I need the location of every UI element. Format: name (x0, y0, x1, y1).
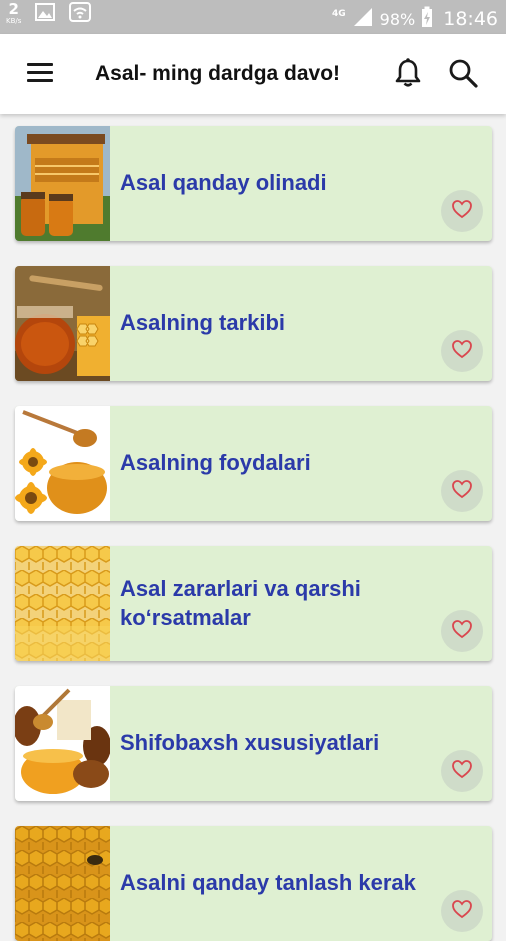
favorite-button[interactable] (441, 610, 483, 652)
signal-icon (352, 7, 374, 31)
battery-percent: 98% (379, 9, 416, 29)
battery-icon (421, 6, 433, 32)
item-title: Asal qanday olinadi (120, 170, 327, 196)
clock: 18:46 (443, 8, 498, 30)
bell-icon[interactable] (391, 56, 425, 90)
favorite-button[interactable] (441, 890, 483, 932)
favorite-button[interactable] (441, 470, 483, 512)
menu-icon[interactable] (27, 63, 53, 83)
image-icon (35, 2, 56, 26)
list-item[interactable]: Shifobaxsh xususiyatlari (15, 686, 492, 801)
network-type: 4G (332, 9, 346, 19)
heart-icon (451, 899, 473, 924)
heart-icon (451, 759, 473, 784)
list-item[interactable]: Asalning foydalari (15, 406, 492, 521)
heart-icon (451, 339, 473, 364)
favorite-button[interactable] (441, 330, 483, 372)
search-icon[interactable] (446, 56, 480, 90)
network-speed: 2 KB/s (6, 2, 21, 25)
wifi-icon (69, 2, 92, 26)
network-speed-value: 2 (8, 0, 19, 18)
thumbnail-honey-bowl-dipper (15, 686, 110, 801)
list-item[interactable]: Asal zararlari va qarshi koʻrsatmalar (15, 546, 492, 661)
app-title: Asal- ming dardga davo! (95, 62, 341, 85)
status-bar: 2 KB/s 4G 98% 18:46 (0, 0, 506, 34)
thumbnail-beehive-honey-jars (15, 126, 110, 241)
favorite-button[interactable] (441, 190, 483, 232)
list-item[interactable]: Asal qanday olinadi (15, 126, 492, 241)
item-title: Asalning tarkibi (120, 310, 286, 336)
item-title: Asal zararlari va qarshi koʻrsatmalar (120, 575, 361, 630)
favorite-button[interactable] (441, 750, 483, 792)
heart-icon (451, 479, 473, 504)
thumbnail-honeycomb-bees (15, 826, 110, 941)
item-title: Asalni qanday tanlash kerak (120, 870, 416, 896)
thumbnail-honey-dipper-flowers (15, 406, 110, 521)
heart-icon (451, 619, 473, 644)
heart-icon (451, 199, 473, 224)
thumbnail-honey-jar-honeycomb (15, 266, 110, 381)
list-item[interactable]: Asalni qanday tanlash kerak (15, 826, 492, 941)
thumbnail-honeycomb (15, 546, 110, 661)
network-speed-unit: KB/s (6, 17, 22, 25)
app-bar: Asal- ming dardga davo! (0, 34, 506, 114)
item-title: Shifobaxsh xususiyatlari (120, 730, 380, 756)
list-item[interactable]: Asalning tarkibi (15, 266, 492, 381)
item-title: Asalning foydalari (120, 450, 311, 476)
